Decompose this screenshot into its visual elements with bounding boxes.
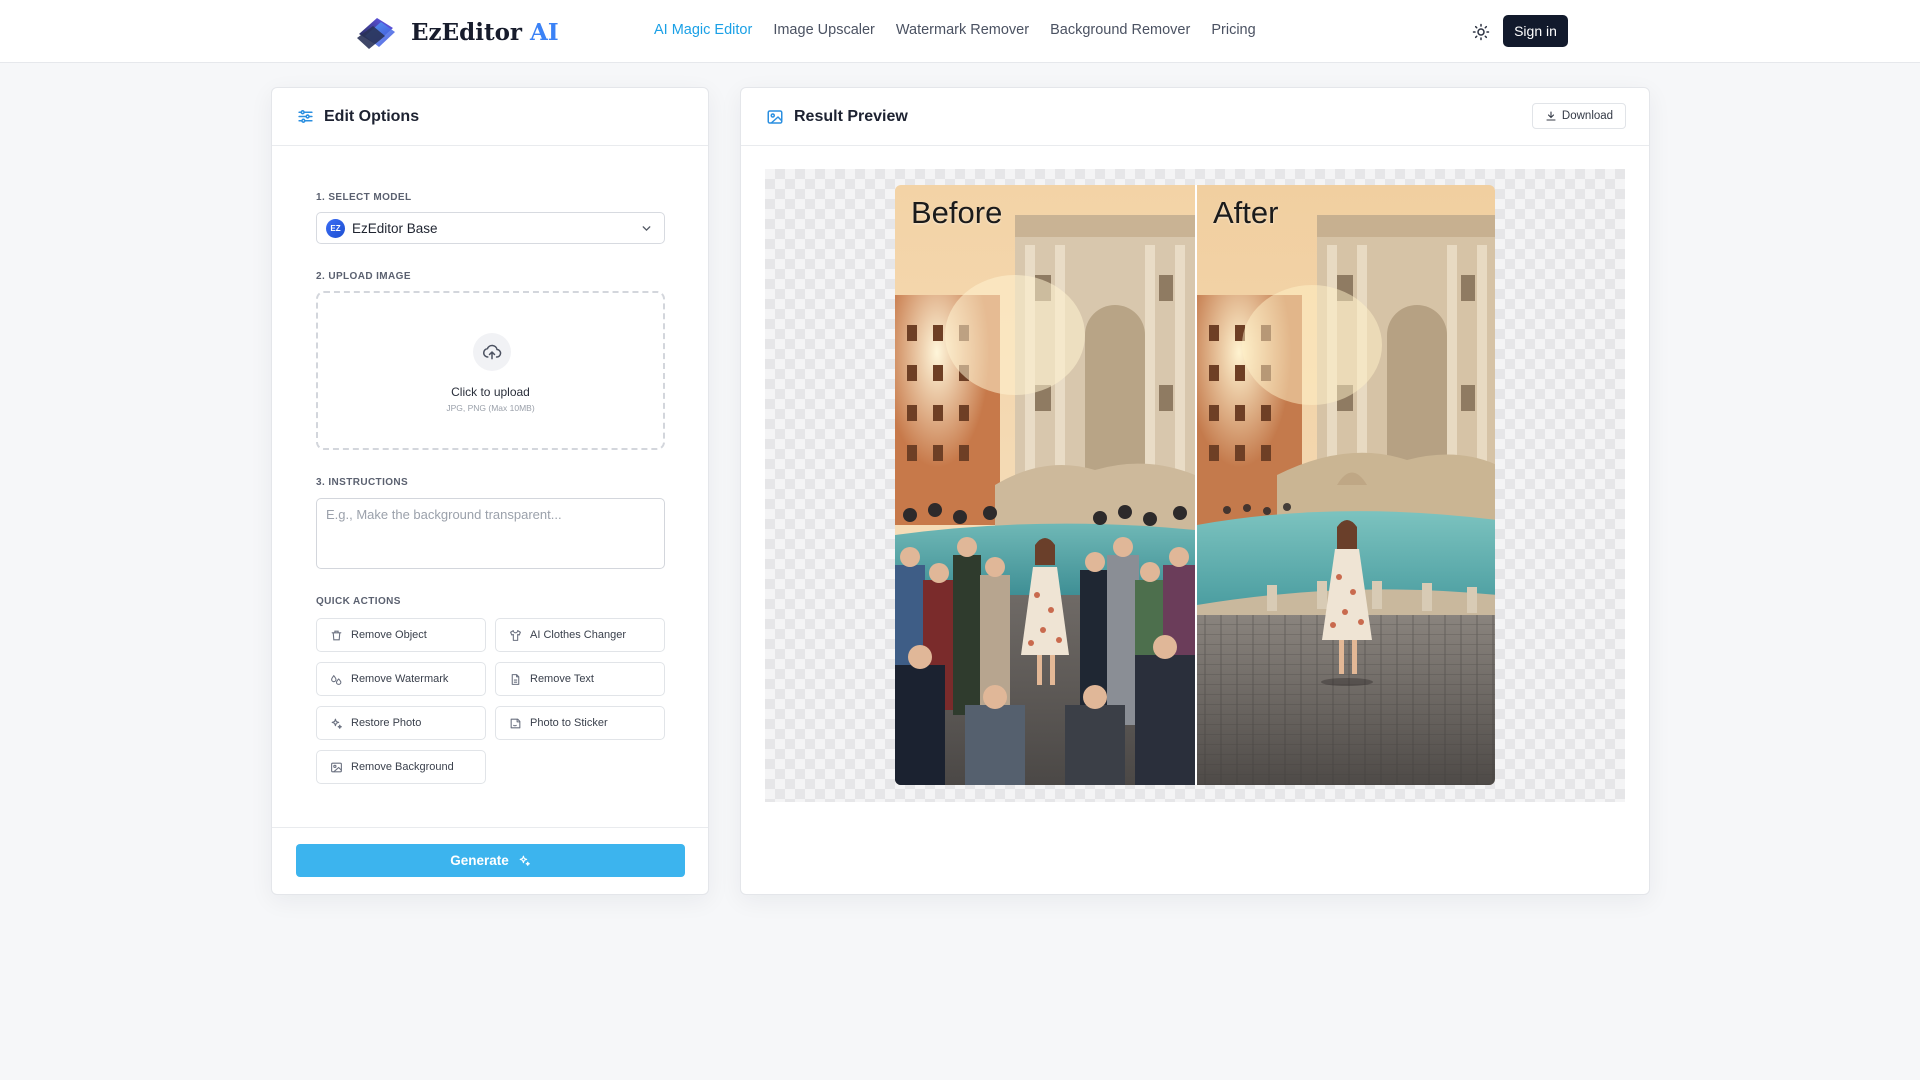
quick-action-label: Remove Object (351, 629, 427, 641)
upload-icon-wrap (473, 333, 511, 371)
nav-watermark-remover[interactable]: Watermark Remover (896, 22, 1029, 38)
before-after-compare[interactable]: Before After (895, 185, 1495, 785)
download-label: Download (1561, 110, 1614, 122)
generate-button[interactable]: Generate (296, 844, 685, 877)
quick-action-label: Photo to Sticker (530, 717, 608, 729)
top-navbar: EzEditor AI AI Magic Editor Image Upscal… (0, 0, 1920, 63)
model-select[interactable]: EZ EzEditor Base (316, 212, 665, 244)
shirt-icon (510, 629, 521, 641)
droplets-icon (331, 674, 342, 685)
nav-image-upscaler[interactable]: Image Upscaler (773, 22, 875, 38)
preview-canvas: Before After (765, 169, 1625, 802)
logo-mark-icon (357, 18, 395, 49)
brand-logo[interactable]: EzEditor AI (355, 14, 559, 50)
upload-title: Click to upload (451, 385, 530, 399)
trash-icon (331, 630, 342, 640)
main-nav: AI Magic Editor Image Upscaler Watermark… (654, 22, 1256, 38)
theme-toggle-button[interactable] (1469, 20, 1493, 44)
quick-action-photo-to-sticker[interactable]: Photo to Sticker (495, 706, 665, 740)
quick-action-label: AI Clothes Changer (530, 629, 626, 641)
download-icon (1546, 111, 1556, 121)
brand-name: EzEditor AI (411, 19, 559, 46)
select-model-label: 1. SELECT MODEL (316, 192, 412, 203)
quick-action-label: Restore Photo (351, 717, 422, 729)
nav-pricing[interactable]: Pricing (1211, 22, 1255, 38)
edit-options-panel: Edit Options 1. SELECT MODEL EZ EzEditor… (271, 87, 709, 895)
download-button[interactable]: Download (1532, 103, 1626, 129)
edit-options-title: Edit Options (324, 107, 420, 125)
quick-action-label: Remove Text (530, 673, 594, 685)
quick-action-remove-text[interactable]: Remove Text (495, 662, 665, 696)
quick-action-ai-clothes-changer[interactable]: AI Clothes Changer (495, 618, 665, 652)
before-label: Before (911, 195, 1003, 230)
result-preview-panel: Result Preview Download Before After (740, 87, 1650, 895)
after-photo-illustration (1197, 185, 1495, 785)
brand-name-accent: AI (530, 18, 559, 46)
instructions-label: 3. INSTRUCTIONS (316, 477, 409, 488)
edit-options-footer: Generate (272, 827, 708, 894)
quick-action-remove-background[interactable]: Remove Background (316, 750, 486, 784)
sun-icon (1472, 23, 1490, 41)
instructions-input[interactable] (316, 498, 665, 569)
file-text-icon (511, 673, 520, 685)
model-selected-value: EzEditor Base (352, 220, 438, 236)
upload-dropzone[interactable]: Click to upload JPG, PNG (Max 10MB) (316, 291, 665, 450)
image-icon (767, 109, 783, 124)
chevron-down-icon (642, 226, 651, 232)
result-preview-header: Result Preview (741, 88, 1649, 146)
quick-action-remove-watermark[interactable]: Remove Watermark (316, 662, 486, 696)
cloud-upload-icon (482, 344, 502, 360)
upload-hint: JPG, PNG (Max 10MB) (446, 403, 535, 413)
sign-in-button[interactable]: Sign in (1503, 15, 1568, 47)
after-image: After (1195, 185, 1495, 785)
sticker-icon (510, 718, 521, 728)
sparkles-icon (519, 855, 530, 866)
nav-ai-magic-editor[interactable]: AI Magic Editor (654, 22, 752, 38)
before-image: Before (895, 185, 1195, 785)
quick-action-restore-photo[interactable]: Restore Photo (316, 706, 486, 740)
quick-action-label: Remove Watermark (351, 673, 449, 685)
quick-action-label: Remove Background (351, 761, 454, 773)
quick-action-remove-object[interactable]: Remove Object (316, 618, 486, 652)
quick-actions-label: QUICK ACTIONS (316, 596, 401, 607)
nav-background-remover[interactable]: Background Remover (1050, 22, 1190, 38)
after-label: After (1213, 195, 1279, 230)
sparkles-icon (331, 718, 342, 729)
generate-label: Generate (450, 853, 509, 868)
upload-image-label: 2. UPLOAD IMAGE (316, 271, 411, 282)
sliders-icon (298, 110, 313, 123)
model-badge: EZ (326, 218, 345, 238)
result-preview-title: Result Preview (794, 107, 908, 125)
before-photo-illustration (895, 185, 1195, 785)
image-icon (331, 762, 342, 772)
brand-name-main: EzEditor (411, 18, 523, 46)
edit-options-header: Edit Options (272, 88, 708, 146)
